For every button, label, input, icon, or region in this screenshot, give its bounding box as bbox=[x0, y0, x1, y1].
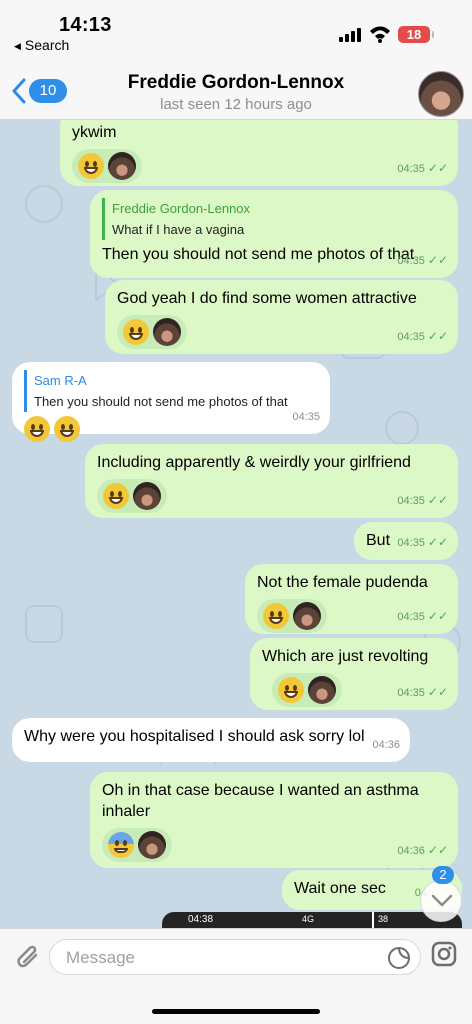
reaction-avatar bbox=[153, 318, 181, 346]
message-text: Including apparently & weirdly your girl… bbox=[97, 454, 411, 471]
chat-area[interactable]: ykwim 04:35 ✓✓ Freddie Gordon-Lennox What… bbox=[0, 120, 472, 928]
message-reactions[interactable] bbox=[72, 149, 142, 183]
sweat-smile-emoji-icon bbox=[24, 416, 50, 442]
double-check-icon: ✓✓ bbox=[427, 685, 448, 699]
paperclip-icon[interactable] bbox=[12, 941, 40, 971]
message-reactions[interactable] bbox=[102, 828, 172, 862]
double-check-icon: ✓✓ bbox=[427, 535, 448, 549]
contact-name[interactable]: Freddie Gordon-Lennox bbox=[0, 72, 472, 94]
sweat-smile-emoji-icon bbox=[54, 416, 80, 442]
double-check-icon: ✓✓ bbox=[427, 161, 448, 175]
chat-header: 10 Freddie Gordon-Lennox last seen 12 ho… bbox=[0, 58, 472, 120]
message-text: God yeah I do find some women attractive bbox=[117, 290, 417, 307]
message-text: Not the female pudenda bbox=[257, 574, 428, 591]
message-time: 04:35 ✓✓ bbox=[397, 682, 448, 704]
sticker-icon[interactable] bbox=[386, 945, 412, 971]
back-to-search[interactable]: ◀ Search bbox=[14, 37, 69, 53]
message-text: Which are just revolting bbox=[262, 648, 429, 665]
message-bubble[interactable]: God yeah I do find some women attractive… bbox=[105, 280, 458, 354]
message-time: 04:35 ✓✓ bbox=[397, 158, 448, 180]
message-time: 04:35 ✓✓ bbox=[397, 532, 448, 554]
double-check-icon: ✓✓ bbox=[427, 253, 448, 267]
reply-quote[interactable]: Freddie Gordon-Lennox What if I have a v… bbox=[102, 198, 446, 240]
grinning-emoji-icon bbox=[263, 603, 289, 629]
status-bar: 14:13 ◀ Search 18 bbox=[0, 0, 472, 58]
message-time: 04:36 bbox=[372, 739, 400, 751]
reaction-avatar bbox=[293, 602, 321, 630]
image-preview[interactable]: 04:38 4G 38 bbox=[162, 912, 462, 928]
message-composer: Message bbox=[0, 928, 472, 1024]
double-check-icon: ✓✓ bbox=[427, 493, 448, 507]
grinning-emoji-icon bbox=[278, 677, 304, 703]
message-time: 04:35 ✓✓ bbox=[397, 250, 448, 272]
message-text: Oh in that case because I wanted an asth… bbox=[102, 782, 419, 820]
double-check-icon: ✓✓ bbox=[427, 329, 448, 343]
message-bubble[interactable]: Sam R-A Then you should not send me phot… bbox=[12, 362, 330, 442]
emoji-row bbox=[24, 416, 318, 442]
message-bubble[interactable]: Freddie Gordon-Lennox What if I have a v… bbox=[90, 190, 458, 278]
grinning-emoji-icon bbox=[78, 153, 104, 179]
reaction-avatar bbox=[133, 482, 161, 510]
reaction-avatar bbox=[308, 676, 336, 704]
quote-text: Then you should not send me photos of th… bbox=[34, 394, 288, 409]
message-input[interactable]: Message bbox=[49, 939, 421, 975]
double-check-icon: ✓✓ bbox=[427, 609, 448, 623]
home-indicator bbox=[152, 1009, 320, 1014]
quote-text: What if I have a vagina bbox=[112, 222, 245, 237]
instagram-icon[interactable] bbox=[430, 940, 458, 968]
reaction-avatar bbox=[138, 831, 166, 859]
message-text: ykwim bbox=[72, 124, 117, 141]
fearful-emoji-icon bbox=[108, 832, 134, 858]
last-seen-status: last seen 12 hours ago bbox=[160, 96, 312, 113]
message-reactions[interactable] bbox=[117, 315, 187, 349]
message-time: 04:35 bbox=[292, 411, 320, 423]
message-bubble[interactable]: Not the female pudenda 04:35 ✓✓ bbox=[245, 564, 458, 634]
status-time: 14:13 bbox=[59, 14, 112, 36]
preview-battery: 38 bbox=[378, 914, 389, 924]
chevron-down-icon bbox=[431, 894, 453, 907]
message-time: 04:36 ✓✓ bbox=[397, 840, 448, 862]
preview-network: 4G bbox=[302, 914, 315, 924]
signal-icon bbox=[339, 26, 363, 42]
message-bubble[interactable]: Which are just revolting 04:35 ✓✓ bbox=[250, 638, 458, 710]
reaction-avatar bbox=[108, 152, 136, 180]
double-check-icon: ✓✓ bbox=[427, 843, 448, 857]
message-time: 04:35 ✓✓ bbox=[397, 490, 448, 512]
scroll-to-bottom-button[interactable] bbox=[420, 880, 462, 922]
contact-avatar[interactable] bbox=[418, 71, 464, 117]
grinning-emoji-icon bbox=[103, 483, 129, 509]
wifi-icon bbox=[370, 26, 390, 43]
unread-badge: 2 bbox=[432, 866, 454, 884]
small-left-triangle-icon: ◀ bbox=[14, 41, 21, 51]
quote-author: Freddie Gordon-Lennox bbox=[112, 201, 251, 216]
battery-indicator: 18 bbox=[398, 26, 434, 43]
grinning-emoji-icon bbox=[123, 319, 149, 345]
message-bubble[interactable]: Including apparently & weirdly your girl… bbox=[85, 444, 458, 518]
message-time: 04:35 ✓✓ bbox=[397, 606, 448, 628]
message-reactions[interactable] bbox=[272, 673, 342, 707]
message-placeholder: Message bbox=[66, 948, 135, 967]
reply-quote[interactable]: Sam R-A Then you should not send me phot… bbox=[24, 370, 318, 412]
message-text: Why were you hospitalised I should ask s… bbox=[24, 728, 365, 745]
quote-author: Sam R-A bbox=[34, 373, 87, 388]
message-bubble[interactable]: Oh in that case because I wanted an asth… bbox=[90, 772, 458, 868]
message-reactions[interactable] bbox=[97, 479, 167, 513]
message-bubble[interactable]: But 04:35 ✓✓ bbox=[354, 522, 458, 560]
message-time: 04:35 ✓✓ bbox=[397, 326, 448, 348]
message-reactions[interactable] bbox=[257, 599, 327, 633]
preview-time: 04:38 bbox=[188, 914, 214, 925]
message-text: Then you should not send me photos of th… bbox=[102, 246, 415, 263]
message-bubble[interactable]: Why were you hospitalised I should ask s… bbox=[12, 718, 410, 762]
message-bubble[interactable]: ykwim 04:35 ✓✓ bbox=[60, 120, 458, 186]
